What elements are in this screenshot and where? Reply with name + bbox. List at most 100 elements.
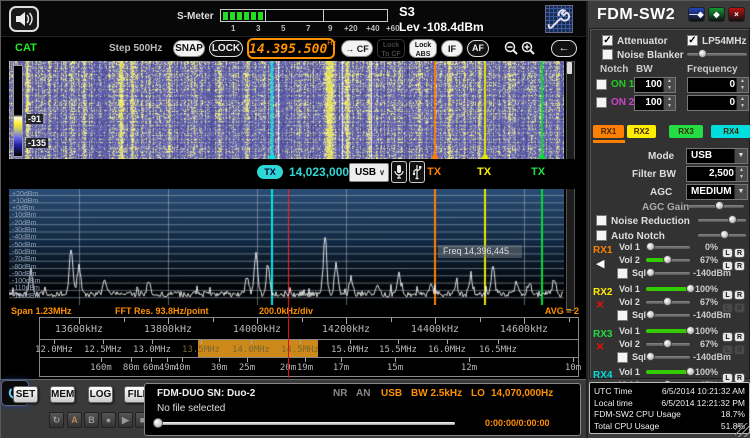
zoom-out-icon[interactable] bbox=[503, 40, 519, 57]
volume-slider[interactable] bbox=[646, 243, 690, 252]
lock-abs-button[interactable]: Lock ABS bbox=[409, 39, 437, 58]
waterfall-display[interactable] bbox=[9, 61, 564, 159]
setup-wrench-icon[interactable] bbox=[545, 5, 573, 33]
slider-thumb[interactable] bbox=[720, 230, 729, 239]
frequency-display[interactable]: 14.395.500Hz bbox=[247, 38, 335, 59]
lp54-checkbox[interactable]: ✓ bbox=[687, 35, 698, 46]
mhz-band-label[interactable]: 15.0MHz bbox=[325, 345, 375, 355]
mhz-band-label[interactable]: 14.0MHz bbox=[226, 345, 276, 355]
spinner-down-icon[interactable]: ▼ bbox=[664, 85, 675, 92]
filter-bw-spinner[interactable]: 2,500▲▼ bbox=[686, 166, 748, 182]
volume-slider[interactable] bbox=[646, 368, 690, 377]
squelch-checkbox[interactable] bbox=[617, 352, 628, 363]
playback-slider[interactable] bbox=[155, 422, 455, 425]
slider-thumb[interactable] bbox=[728, 215, 737, 224]
volume-slider[interactable] bbox=[646, 340, 690, 349]
frequency-rulers[interactable]: 13600kHz13800kHz14000kHz14200kHz14400kHz… bbox=[1, 317, 586, 379]
to-cf-button[interactable]: → CF bbox=[341, 40, 373, 57]
scrollbar-thumb[interactable] bbox=[567, 62, 572, 74]
close-button[interactable]: × bbox=[728, 7, 745, 22]
memory-b-button[interactable]: B bbox=[84, 412, 99, 428]
main-button-log[interactable]: LOG bbox=[88, 386, 113, 403]
slider-thumb[interactable] bbox=[646, 242, 655, 251]
main-button-mem[interactable]: MEM bbox=[50, 386, 75, 403]
mhz-band-label[interactable]: 16.0MHz bbox=[422, 345, 472, 355]
spinner-up-icon[interactable]: ▲ bbox=[737, 96, 748, 103]
mic-button[interactable] bbox=[391, 161, 407, 183]
mode-select[interactable]: USB▼ bbox=[686, 148, 748, 164]
slider-thumb[interactable] bbox=[698, 49, 707, 58]
band-label[interactable]: 10m bbox=[548, 363, 586, 373]
mhz-band-label[interactable]: 13.0MHz bbox=[127, 345, 177, 355]
tab-rx4[interactable]: RX4 bbox=[711, 125, 750, 138]
notch-frequency-spinner[interactable]: 0▲▼ bbox=[687, 95, 749, 111]
band-label[interactable]: 12m bbox=[444, 363, 494, 373]
minimize-button[interactable]: —◆ bbox=[688, 7, 705, 22]
speaker-button[interactable] bbox=[9, 6, 39, 32]
squelch-slider[interactable] bbox=[646, 269, 690, 278]
tab-rx2[interactable]: RX2 bbox=[627, 125, 656, 138]
slider-thumb[interactable] bbox=[715, 201, 724, 210]
restore-button[interactable]: ◆ bbox=[708, 7, 725, 22]
playback-thumb[interactable] bbox=[153, 418, 163, 428]
band-label[interactable]: 15m bbox=[370, 363, 420, 373]
agc-select[interactable]: MEDIUM▼ bbox=[686, 184, 748, 200]
noise-blanker-checkbox[interactable] bbox=[602, 49, 613, 60]
slider-thumb[interactable] bbox=[646, 352, 655, 361]
spinner-up-icon[interactable]: ▲ bbox=[664, 78, 675, 85]
loop-button[interactable]: ↻ bbox=[49, 412, 64, 428]
noise-reduction-checkbox[interactable] bbox=[596, 215, 607, 226]
spinner-down-icon[interactable]: ▼ bbox=[737, 85, 748, 92]
squelch-checkbox[interactable] bbox=[617, 310, 628, 321]
notch-bw-spinner[interactable]: 100▲▼ bbox=[634, 77, 676, 93]
slider-thumb[interactable] bbox=[646, 310, 655, 319]
mhz-band-label[interactable]: 15.5MHz bbox=[373, 345, 423, 355]
memory-a-button[interactable]: A bbox=[67, 412, 82, 428]
agc-gain-slider[interactable] bbox=[688, 202, 744, 211]
af-button[interactable]: AF bbox=[467, 40, 489, 57]
tab-rx1[interactable]: RX1 bbox=[593, 125, 624, 138]
notch-frequency-spinner[interactable]: 0▲▼ bbox=[687, 77, 749, 93]
notch-on-checkbox[interactable] bbox=[596, 79, 607, 90]
spinner-down-icon[interactable]: ▼ bbox=[736, 174, 747, 181]
slider-thumb[interactable] bbox=[663, 339, 672, 348]
mhz-band-label[interactable]: 12.5MHz bbox=[78, 345, 128, 355]
lock-button[interactable]: LOCK bbox=[209, 40, 243, 57]
squelch-slider[interactable] bbox=[646, 311, 690, 320]
volume-slider[interactable] bbox=[646, 298, 690, 307]
slider-thumb[interactable] bbox=[663, 255, 672, 264]
zoom-in-icon[interactable] bbox=[520, 40, 536, 57]
tab-rx3[interactable]: RX3 bbox=[669, 125, 703, 138]
auto-notch-checkbox[interactable] bbox=[596, 230, 607, 241]
mhz-band-label[interactable]: 16.5MHz bbox=[473, 345, 523, 355]
back-arrow-button[interactable]: ← bbox=[551, 40, 577, 57]
band-label[interactable]: 17m bbox=[316, 363, 366, 373]
squelch-slider[interactable] bbox=[646, 353, 690, 362]
slider-thumb[interactable] bbox=[646, 268, 655, 277]
lock-to-cf-button[interactable]: Lock To CF bbox=[377, 39, 405, 58]
tx-badge[interactable]: TX bbox=[257, 165, 283, 179]
noise-blanker-slider[interactable] bbox=[687, 50, 747, 59]
dropdown-arrow-icon[interactable]: ▼ bbox=[734, 149, 747, 163]
tx-mode-select[interactable]: USB ∨ bbox=[349, 163, 389, 182]
an-indicator[interactable]: AN bbox=[356, 388, 370, 399]
play-button[interactable]: ▶ bbox=[118, 412, 133, 428]
main-button-set[interactable]: SET bbox=[13, 386, 38, 403]
if-button[interactable]: IF bbox=[441, 40, 463, 57]
notch-on-checkbox[interactable] bbox=[596, 97, 607, 108]
auto-notch-slider[interactable] bbox=[698, 231, 746, 240]
volume-slider[interactable] bbox=[646, 285, 690, 294]
dropdown-arrow-icon[interactable]: ▼ bbox=[734, 185, 747, 199]
notch-bw-spinner[interactable]: 100▲▼ bbox=[634, 95, 676, 111]
spinner-down-icon[interactable]: ▼ bbox=[737, 103, 748, 110]
spinner-up-icon[interactable]: ▲ bbox=[664, 96, 675, 103]
snap-button[interactable]: SNAP bbox=[173, 40, 205, 57]
mhz-band-label[interactable]: 14.5MHz bbox=[275, 345, 325, 355]
noise-reduction-slider[interactable] bbox=[698, 216, 746, 225]
spinner-up-icon[interactable]: ▲ bbox=[737, 78, 748, 85]
volume-slider[interactable] bbox=[646, 256, 690, 265]
mhz-band-label[interactable]: 13.5MHz bbox=[176, 345, 226, 355]
attenuator-checkbox[interactable]: ✓ bbox=[602, 35, 613, 46]
resize-grip[interactable] bbox=[735, 423, 749, 437]
slider-thumb[interactable] bbox=[663, 297, 672, 306]
